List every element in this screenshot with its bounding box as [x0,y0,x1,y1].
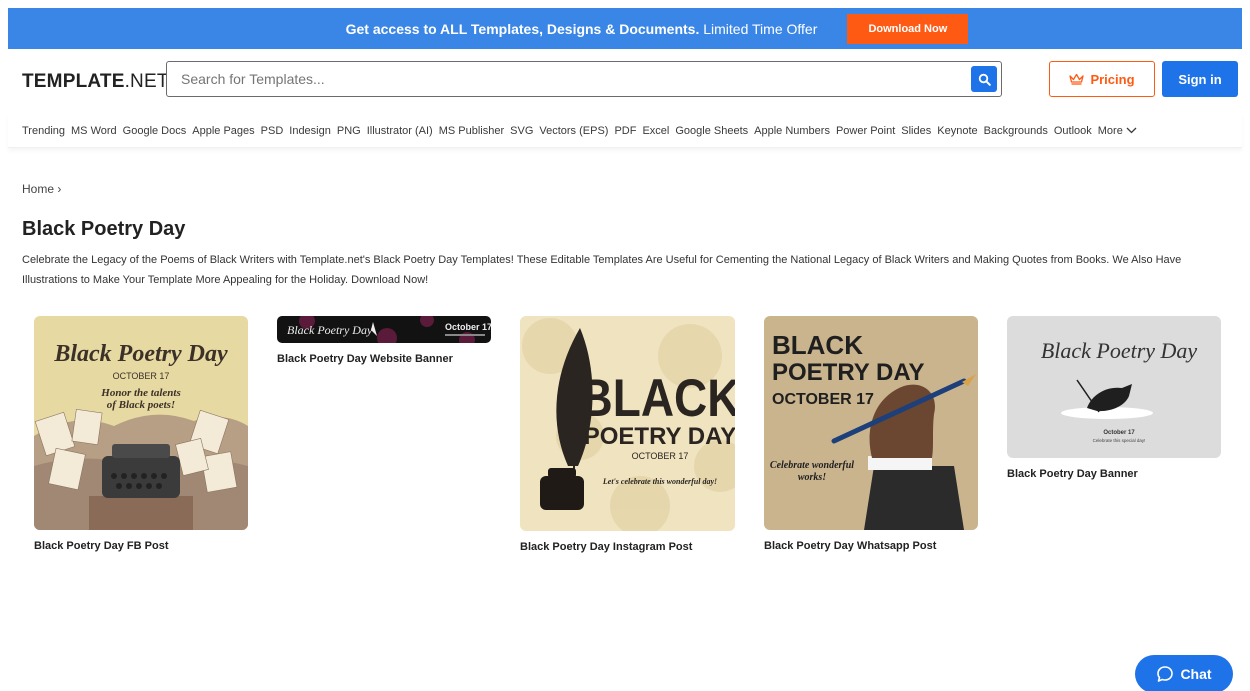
promo-banner: Get access to ALL Templates, Designs & D… [8,8,1242,49]
template-thumbnail[interactable]: Black Poetry Day October 17 Celebrate th… [1007,316,1221,458]
chat-label: Chat [1180,666,1212,682]
template-card[interactable]: Black Poetry Day October 17 Black Poetry… [277,316,491,365]
template-title[interactable]: Black Poetry Day FB Post [34,540,248,552]
whatsapp-post-line1: BLACK [772,330,863,360]
banner-artwork: Black Poetry Day October 17 Celebrate th… [1041,338,1198,443]
chat-bubble-icon [1157,666,1174,682]
pricing-button[interactable]: Pricing [1049,61,1155,97]
nav-item-svg[interactable]: SVG [510,125,533,137]
nav-item-power-point[interactable]: Power Point [836,125,895,137]
page-description: Celebrate the Legacy of the Poems of Bla… [22,254,1182,286]
promo-text: Get access to ALL Templates, Designs & D… [346,21,818,37]
template-title[interactable]: Black Poetry Day Instagram Post [520,541,735,553]
logo-light: .NET [124,71,169,92]
nav-item-psd[interactable]: PSD [261,125,284,137]
nav-item-apple-pages[interactable]: Apple Pages [192,125,254,137]
chevron-down-icon [1126,127,1137,134]
nav-item-indesign[interactable]: Indesign [289,125,331,137]
breadcrumb-home[interactable]: Home [22,182,54,196]
site-logo[interactable]: TEMPLATE.NET [22,71,169,93]
search-input[interactable] [181,71,941,87]
website-banner-artwork: Black Poetry Day October 17 [287,316,491,343]
template-card[interactable]: Black Poetry Day October 17 Celebrate th… [1007,316,1221,480]
nav-item-ms-publisher[interactable]: MS Publisher [439,125,504,137]
fb-post-tagline-2: of Black poets! [107,399,175,411]
site-header: TEMPLATE.NET Pricing Sign in [8,49,1242,114]
search-button[interactable] [971,66,997,92]
whatsapp-post-date: OCTOBER 17 [772,391,874,408]
banner-tagline: Celebrate this special day! [1093,438,1146,443]
whatsapp-post-artwork: BLACK POETRY DAY OCTOBER 17 Celebrate wo… [770,330,976,530]
crown-icon [1069,73,1085,85]
nav-item-keynote[interactable]: Keynote [937,125,977,137]
banner-headline: Black Poetry Day [1041,338,1198,363]
template-card[interactable]: Black Poetry Day OCTOBER 17 Honor the ta… [34,316,248,552]
nav-item-png[interactable]: PNG [337,125,361,137]
search-bar [166,61,1002,97]
instagram-post-artwork: BLACK POETRY DAY OCTOBER 17 Let's celebr… [522,318,735,531]
breadcrumb: Home › [22,182,61,196]
instagram-post-line2: POETRY DAY [584,423,735,450]
nav-item-google-docs[interactable]: Google Docs [123,125,187,137]
nav-item-illustrator[interactable]: Illustrator (AI) [367,125,433,137]
nav-item-ms-word[interactable]: MS Word [71,125,117,137]
nav-item-slides[interactable]: Slides [901,125,931,137]
banner-date: October 17 [1103,430,1135,436]
template-thumbnail[interactable]: BLACK POETRY DAY OCTOBER 17 Celebrate wo… [764,316,978,530]
nav-item-excel[interactable]: Excel [642,125,669,137]
fb-post-tagline-1: Honor the talents [100,387,180,399]
whatsapp-post-line2: POETRY DAY [772,359,925,386]
fb-post-headline: Black Poetry Day [53,341,228,367]
nav-item-vectors[interactable]: Vectors (EPS) [539,125,608,137]
nav-more-label: More [1097,124,1123,137]
breadcrumb-separator: › [57,182,62,196]
whatsapp-post-tagline-2: works! [798,472,826,483]
website-banner-headline: Black Poetry Day [287,323,373,337]
nav-item-pdf[interactable]: PDF [614,125,636,137]
template-thumbnail[interactable]: Black Poetry Day October 17 [277,316,491,343]
template-thumbnail[interactable]: BLACK POETRY DAY OCTOBER 17 Let's celebr… [520,316,735,531]
promo-text-bold: Get access to ALL Templates, Designs & D… [345,20,700,37]
pricing-label: Pricing [1090,71,1135,87]
template-card[interactable]: BLACK POETRY DAY OCTOBER 17 Let's celebr… [520,316,735,553]
sign-in-button[interactable]: Sign in [1162,61,1238,97]
template-card[interactable]: BLACK POETRY DAY OCTOBER 17 Celebrate wo… [764,316,978,552]
template-title[interactable]: Black Poetry Day Website Banner [277,353,491,365]
website-banner-date: October 17 [445,322,491,332]
download-now-button[interactable]: Download Now [847,13,969,44]
chat-button[interactable]: Chat [1135,655,1233,691]
nav-item-apple-numbers[interactable]: Apple Numbers [754,125,830,137]
fb-post-artwork: Black Poetry Day OCTOBER 17 Honor the ta… [34,341,248,530]
category-nav: Trending MS Word Google Docs Apple Pages… [8,114,1242,148]
nav-more-dropdown[interactable]: More [1098,125,1137,137]
template-thumbnail[interactable]: Black Poetry Day OCTOBER 17 Honor the ta… [34,316,248,530]
nav-item-trending[interactable]: Trending [22,125,65,137]
instagram-post-line1: BLACK [580,368,735,428]
template-title[interactable]: Black Poetry Day Whatsapp Post [764,540,978,552]
whatsapp-post-tagline-1: Celebrate wonderful [770,460,854,471]
nav-item-backgrounds[interactable]: Backgrounds [984,125,1048,137]
instagram-post-tagline: Let's celebrate this wonderful day! [602,477,717,486]
instagram-post-date: OCTOBER 17 [632,451,689,461]
search-icon [978,73,991,86]
page-title: Black Poetry Day [22,218,186,240]
fb-post-date: OCTOBER 17 [113,371,170,381]
template-title[interactable]: Black Poetry Day Banner [1007,468,1221,480]
nav-item-outlook[interactable]: Outlook [1054,125,1092,137]
nav-item-google-sheets[interactable]: Google Sheets [675,125,748,137]
logo-bold: TEMPLATE [22,71,125,92]
promo-text-offer: Limited Time Offer [703,20,818,37]
